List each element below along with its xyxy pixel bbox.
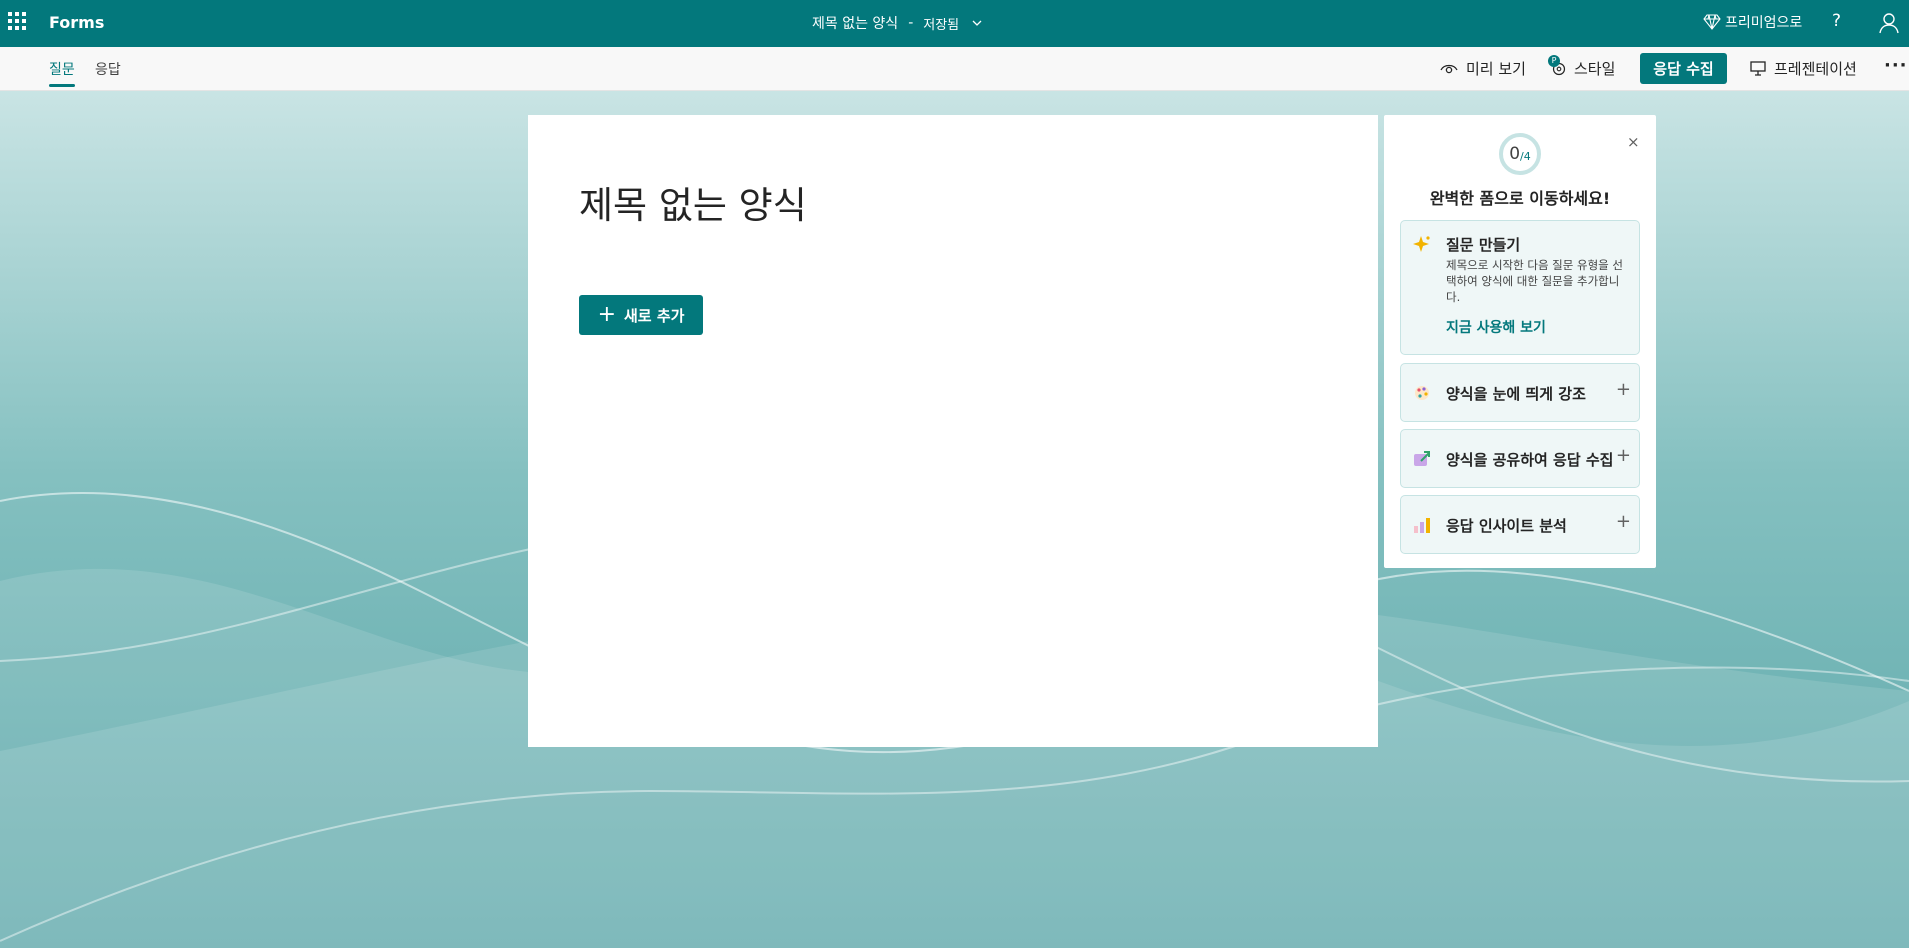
app-launcher-icon[interactable]	[8, 12, 26, 30]
step-highlight-form[interactable]: 양식을 눈에 띄게 강조 +	[1400, 363, 1640, 422]
more-options-icon[interactable]: ···	[1884, 55, 1908, 76]
sparkle-icon	[1413, 236, 1430, 252]
expand-plus-icon: +	[1615, 511, 1631, 532]
help-icon[interactable]: ?	[1832, 11, 1841, 31]
app-name[interactable]: Forms	[49, 13, 104, 32]
presentation-icon	[1750, 61, 1766, 76]
style-badge: P	[1548, 54, 1560, 67]
form-title[interactable]: 제목 없는 양식	[579, 175, 807, 229]
progress-ring: 0/4	[1497, 131, 1543, 177]
present-button[interactable]: 프레젠테이션	[1750, 58, 1857, 79]
step-title: 양식을 공유하여 응답 수집	[1446, 451, 1614, 469]
step-title: 질문 만들기	[1446, 236, 1521, 254]
style-button[interactable]: P 스타일	[1548, 54, 1616, 79]
step-title: 응답 인사이트 분석	[1446, 517, 1567, 535]
collect-responses-button[interactable]: 응답 수집	[1640, 53, 1727, 84]
form-canvas: 제목 없는 양식 + 새로 추가	[528, 115, 1378, 747]
style-label: 스타일	[1574, 60, 1616, 78]
document-title: 제목 없는 양식	[812, 16, 899, 32]
step-description: 제목으로 시작한 다음 질문 유형을 선택하여 양식에 대한 질문을 추가합니다…	[1446, 258, 1623, 304]
step-analyze-insights[interactable]: 응답 인사이트 분석 +	[1400, 495, 1640, 554]
command-bar: 질문 응답 미리 보기 P 스타일 응답 수집 프레젠테이션 ···	[0, 47, 1909, 91]
expand-plus-icon: +	[1615, 379, 1631, 400]
panel-heading: 완벽한 폼으로 이동하세요!	[1429, 189, 1611, 208]
share-icon	[1414, 451, 1430, 466]
premium-button[interactable]: 프리미엄으로	[1703, 12, 1802, 32]
step-create-questions[interactable]: 질문 만들기 제목으로 시작한 다음 질문 유형을 선택하여 양식에 대한 질문…	[1400, 220, 1640, 355]
preview-button[interactable]: 미리 보기	[1440, 58, 1526, 79]
step-title: 양식을 눈에 띄게 강조	[1446, 385, 1586, 403]
plus-icon: +	[597, 302, 616, 327]
title-separator: -	[908, 15, 914, 31]
expand-plus-icon: +	[1615, 445, 1631, 466]
diamond-icon	[1703, 14, 1721, 30]
add-new-button[interactable]: + 새로 추가	[579, 295, 703, 335]
progress-total: /4	[1520, 149, 1531, 163]
palette-icon	[1415, 386, 1429, 400]
present-label: 프레젠테이션	[1774, 60, 1857, 78]
try-now-link[interactable]: 지금 사용해 보기	[1446, 317, 1546, 337]
step-share-form[interactable]: 양식을 공유하여 응답 수집 +	[1400, 429, 1640, 488]
add-new-label: 새로 추가	[624, 306, 685, 325]
insights-icon	[1414, 518, 1430, 533]
tab-responses[interactable]: 응답	[95, 59, 121, 79]
chevron-down-icon	[972, 20, 982, 26]
eye-icon	[1440, 64, 1458, 73]
preview-label: 미리 보기	[1466, 60, 1526, 78]
close-icon[interactable]: ×	[1627, 133, 1640, 151]
user-account-icon[interactable]	[1878, 12, 1900, 34]
document-title-menu[interactable]: 제목 없는 양식 - 저장됨	[812, 13, 983, 33]
palette-icon: P	[1548, 54, 1566, 76]
save-status: 저장됨	[923, 17, 960, 33]
progress-done: 0	[1509, 144, 1521, 164]
app-bar: Forms 제목 없는 양식 - 저장됨 프리미엄으로 ?	[0, 0, 1909, 47]
onboarding-panel: 0/4 × 완벽한 폼으로 이동하세요! 질문 만들기 제목으로 시작한 다음 …	[1384, 115, 1656, 568]
premium-label: 프리미엄으로	[1725, 15, 1803, 31]
tab-questions[interactable]: 질문	[49, 59, 75, 87]
